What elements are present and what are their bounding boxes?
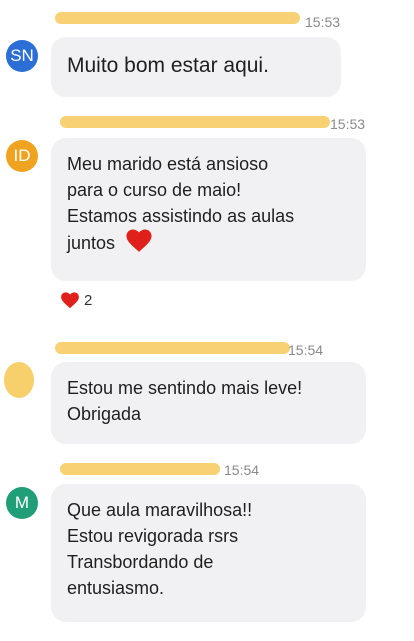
message-timestamp: 15:54 [288, 342, 324, 358]
reaction-count: 2 [84, 292, 93, 309]
message-timestamp: 15:53 [305, 14, 341, 30]
avatar[interactable]: ID [6, 140, 38, 172]
sender-name-redacted [60, 116, 330, 128]
avatar[interactable] [4, 362, 34, 398]
message-text: Que aula maravilhosa!! [67, 500, 253, 520]
message-timestamp: 15:53 [330, 116, 366, 132]
message-bubble[interactable]: Estou me sentindo mais leve! Obrigada [51, 362, 366, 444]
heart-icon [126, 229, 152, 252]
avatar-initials: M [14, 493, 30, 512]
message-text: Estou me sentindo mais leve! [67, 378, 303, 398]
avatar[interactable]: M [6, 487, 38, 519]
message-text: Estou revigorada rsrs [67, 526, 239, 546]
message-timestamp: 15:54 [224, 462, 260, 478]
reaction-badge[interactable]: 2 [60, 292, 92, 309]
message-text: entusiasmo. [67, 578, 165, 598]
message-text: Estamos assistindo as aulas [67, 206, 295, 226]
avatar[interactable]: SN [6, 40, 38, 72]
avatar-initials: SN [10, 46, 34, 65]
message-text: Transbordando de [67, 552, 214, 572]
message-text: Meu marido está ansioso [67, 154, 269, 174]
message-bubble[interactable]: Muito bom estar aqui. [51, 37, 341, 97]
sender-name-redacted [60, 463, 220, 475]
message-text: para o curso de maio! [67, 180, 242, 200]
avatar-initials: ID [13, 146, 31, 165]
message-bubble[interactable]: Meu marido está ansioso para o curso de … [51, 138, 366, 281]
message-bubble[interactable]: Que aula maravilhosa!! Estou revigorada … [51, 484, 366, 622]
message-text: juntos [67, 233, 116, 253]
message-text: Muito bom estar aqui. [67, 54, 269, 77]
sender-name-redacted [55, 342, 290, 354]
message-text-last-line: juntos [67, 229, 350, 256]
message-text: Obrigada [67, 404, 142, 424]
heart-icon [61, 292, 79, 309]
sender-name-redacted [55, 12, 300, 24]
